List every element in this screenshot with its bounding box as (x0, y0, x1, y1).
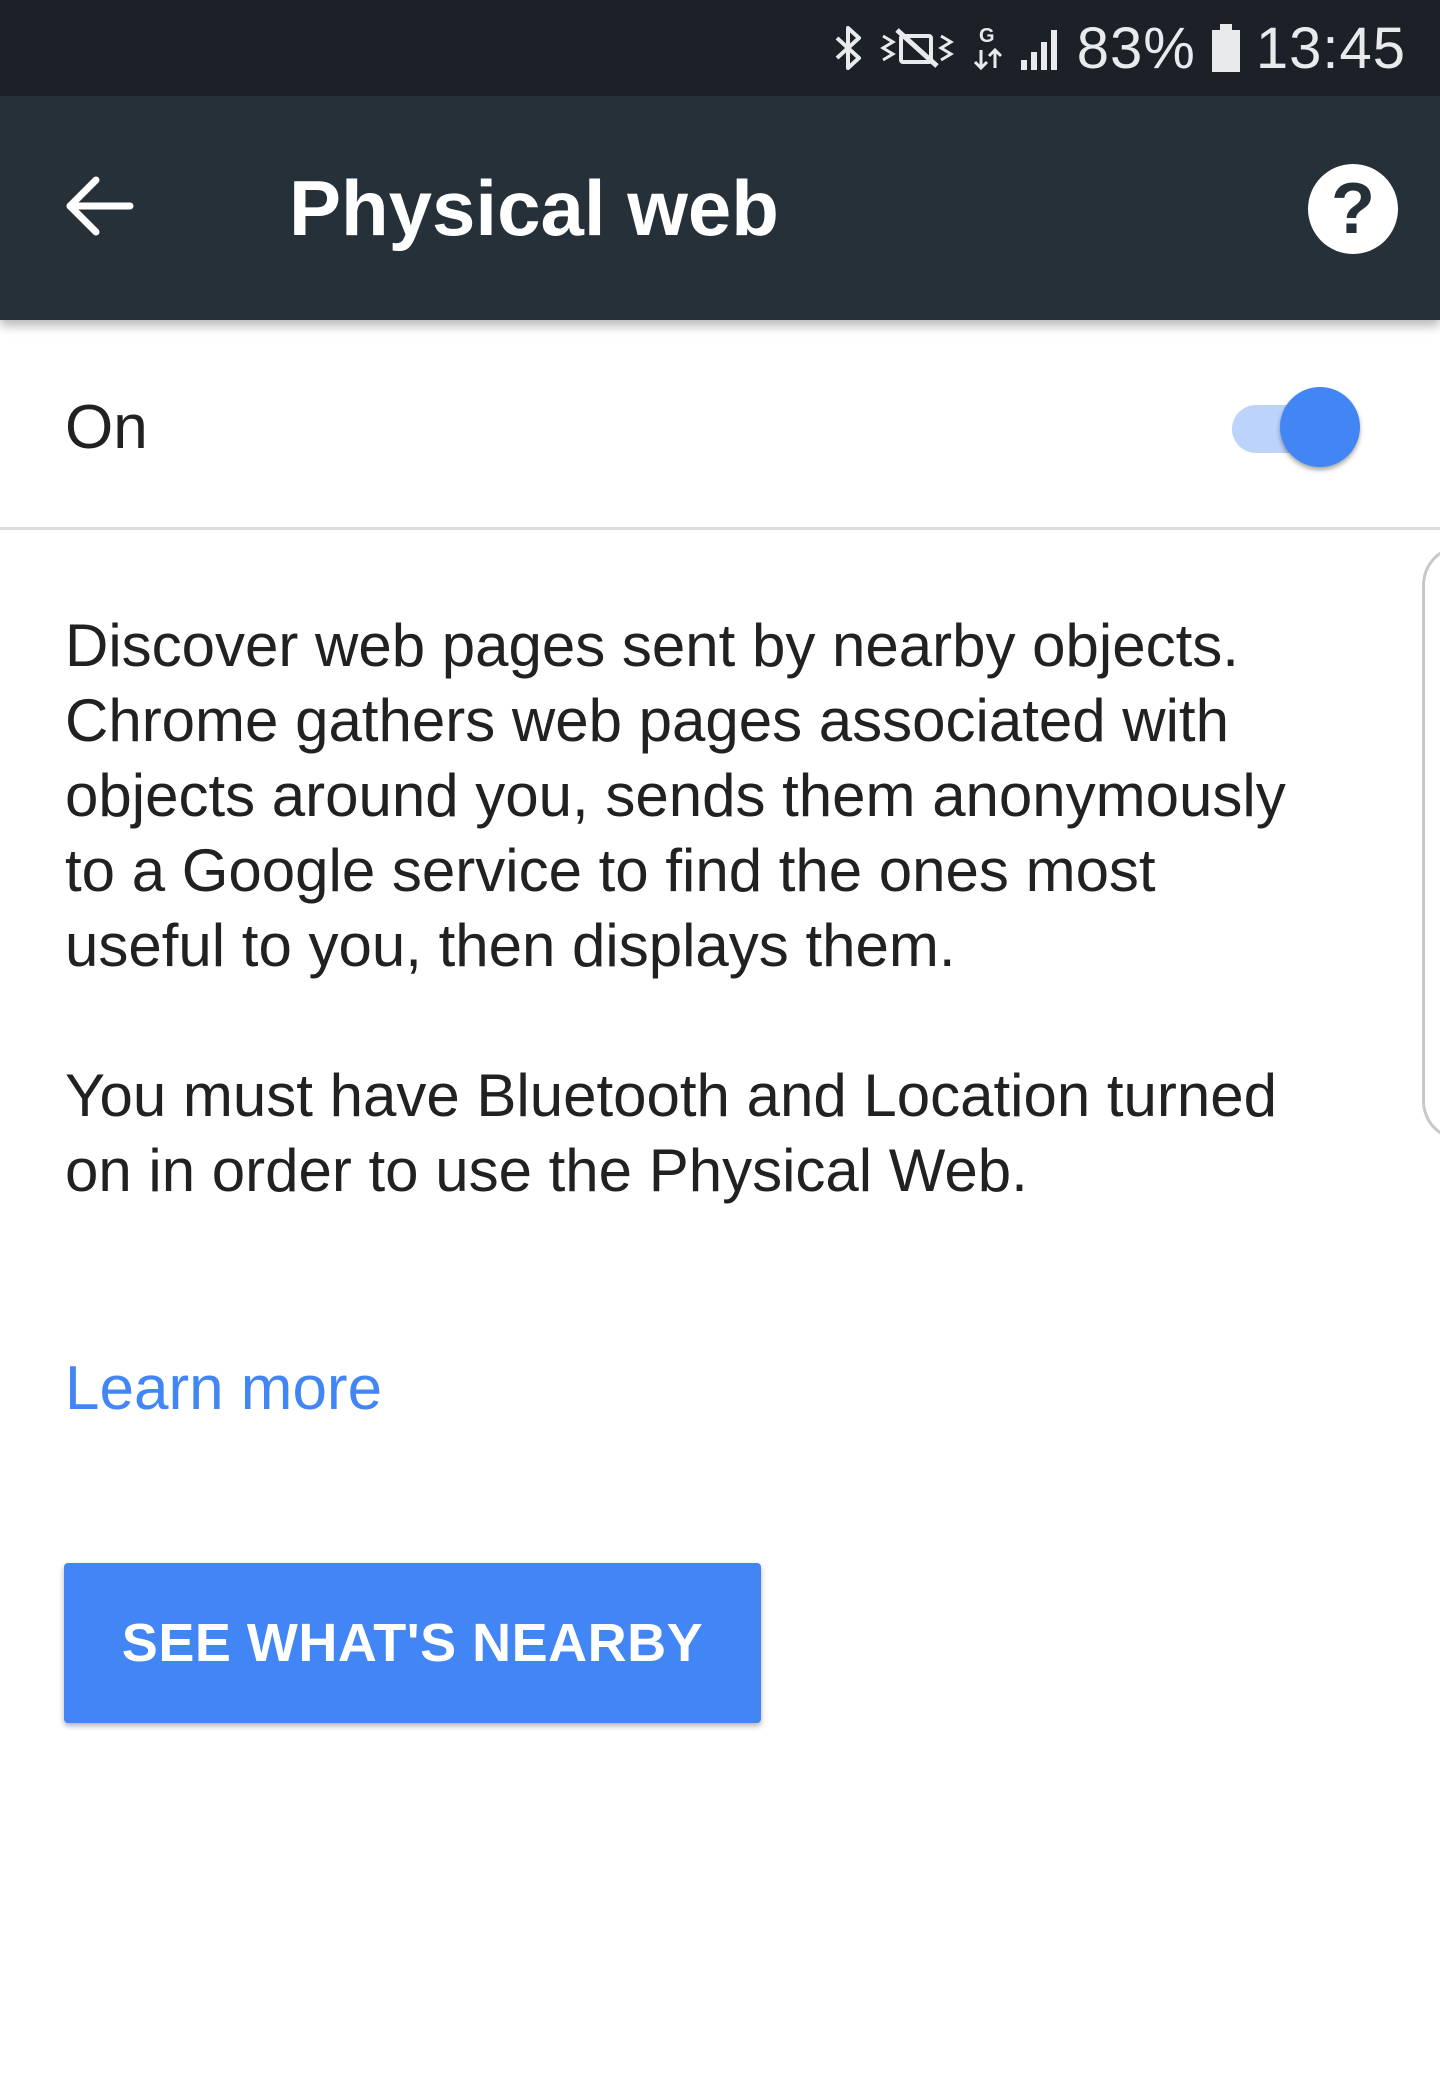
status-bar: G 83% 13:45 (0, 0, 1440, 96)
help-button[interactable]: ? (1308, 164, 1398, 254)
switch-thumb (1280, 387, 1360, 467)
physical-web-switch[interactable] (1230, 385, 1365, 467)
description: Discover web pages sent by nearby object… (65, 608, 1405, 1208)
app-bar: Physical web ? (0, 96, 1440, 320)
toggle-label: On (65, 393, 148, 462)
page-title: Physical web (289, 164, 779, 252)
see-whats-nearby-button[interactable]: SEE WHAT'S NEARBY (64, 1563, 761, 1723)
physical-web-toggle-row[interactable]: On (0, 320, 1440, 530)
description-paragraph: You must have Bluetooth and Location tur… (65, 1062, 1278, 1204)
bluetooth-icon (833, 24, 863, 72)
back-button[interactable] (40, 148, 160, 268)
battery-percent: 83% (1076, 15, 1196, 81)
arrow-left-icon (64, 176, 136, 241)
status-time: 13:45 (1255, 15, 1406, 81)
help-circle-icon: ? (1331, 169, 1375, 249)
signal-icon (1019, 24, 1063, 72)
status-icons: G 83% 13:45 (833, 0, 1406, 96)
battery-icon (1210, 22, 1242, 74)
learn-more-link[interactable]: Learn more (65, 1352, 382, 1426)
description-paragraph: Discover web pages sent by nearby object… (65, 612, 1286, 979)
data-transfer-icon: G (971, 22, 1005, 74)
data-indicator: G (979, 25, 995, 47)
edge-panel-handle[interactable] (1422, 545, 1440, 1141)
mute-icon (877, 24, 957, 72)
